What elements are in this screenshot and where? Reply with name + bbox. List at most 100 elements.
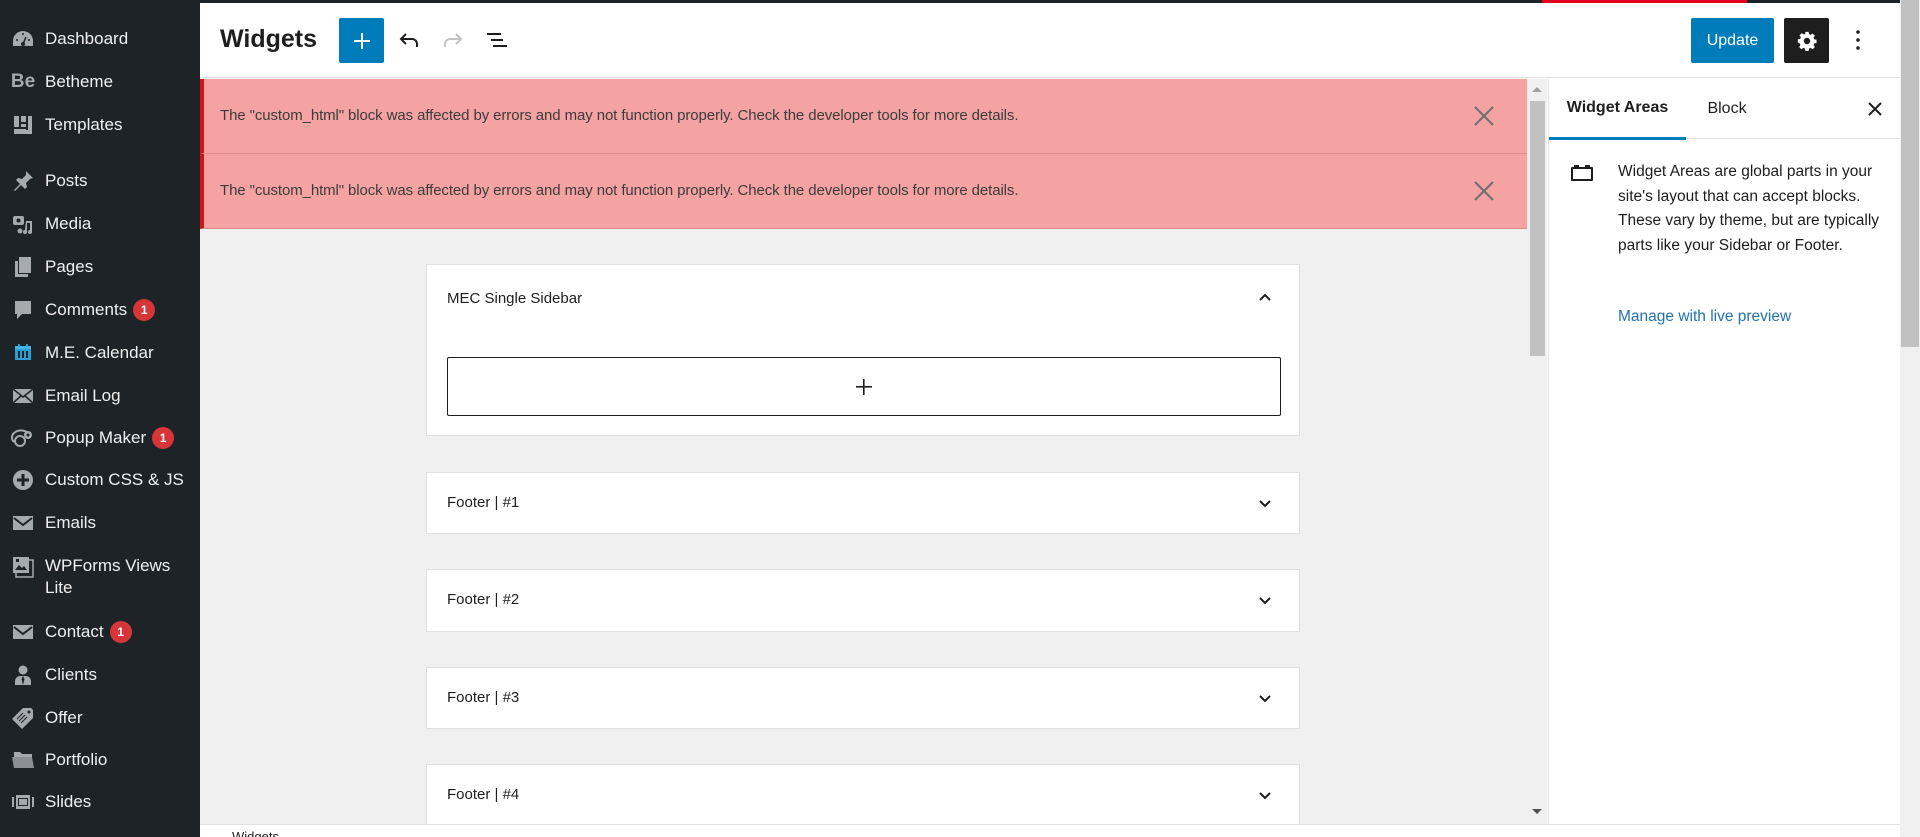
menu-label: Clients [45,665,97,684]
menu-label: Posts [45,171,88,190]
pages-icon [10,256,36,278]
widget-area-title: Footer | #1 [447,494,520,511]
menu-label: Comments 1 [45,299,156,322]
tab-block[interactable]: Block [1686,79,1768,139]
gear-icon [1797,31,1817,51]
close-settings-button[interactable] [1859,93,1891,125]
menu-label: Emails [45,513,97,532]
expand-widget-area-button[interactable] [1253,492,1277,516]
wpforms-views-icon [10,556,36,578]
chevron-down-icon [1259,500,1271,508]
menu-item-email-log[interactable]: Email Log [0,376,200,416]
person-icon [10,664,36,686]
page-scrollbar-thumb[interactable] [1901,0,1919,347]
widget-area-mec-single-sidebar: MEC Single Sidebar [426,264,1300,436]
scrollbar-thumb[interactable] [1530,101,1545,356]
settings-button[interactable] [1784,18,1829,63]
widget-area-title: MEC Single Sidebar [447,290,583,307]
price-tag-icon [10,707,36,729]
menu-item-dashboard[interactable]: Dashboard [0,19,200,59]
expand-widget-area-button[interactable] [1253,589,1277,613]
dashboard-gauge-icon [10,28,36,50]
list-view-button[interactable] [478,21,516,59]
scroll-down-arrow-icon[interactable] [1532,809,1542,814]
betheme-be-icon: Be [10,71,36,92]
envelope-icon [10,621,36,643]
chevron-down-icon [1259,597,1271,605]
menu-item-popup-maker[interactable]: Popup Maker 1 [0,418,200,458]
expand-widget-area-button[interactable] [1253,784,1277,808]
menu-item-portfolio[interactable]: Portfolio [0,740,200,780]
menu-item-emails[interactable]: Emails [0,503,200,543]
editor-scrollbar[interactable] [1527,79,1547,824]
update-button[interactable]: Update [1691,18,1774,63]
tab-widget-areas[interactable]: Widget Areas [1549,79,1686,140]
menu-label: Popup Maker 1 [45,427,175,450]
admin-sidebar: Dashboard Be Betheme Templates Posts Med… [0,0,200,837]
widget-area-title: Footer | #4 [447,786,520,803]
manage-live-preview-link[interactable]: Manage with live preview [1618,308,1791,326]
pushpin-icon [10,170,36,192]
settings-tabs: Widget Areas Block [1549,79,1901,140]
plus-icon [353,32,370,49]
undo-button[interactable] [390,21,428,59]
widgets-editor-canvas: The "custom_html" block was affected by … [200,79,1527,824]
widget-area-footer-3[interactable]: Footer | #3 [426,667,1300,729]
dismiss-notice-button[interactable] [1471,178,1497,204]
menu-item-media[interactable]: Media [0,204,200,244]
close-icon [1868,102,1882,116]
widget-area-footer-2[interactable]: Footer | #2 [426,569,1300,632]
scroll-up-arrow-icon[interactable] [1532,87,1542,92]
widget-area-title: Footer | #3 [447,689,520,706]
dismiss-notice-button[interactable] [1471,103,1497,129]
breadcrumb[interactable]: Widgets [232,829,279,837]
widget-areas-block-icon [1570,164,1596,186]
folder-open-icon [10,749,36,771]
expand-widget-area-button[interactable] [1253,687,1277,711]
block-inserter-button[interactable] [339,18,384,63]
menu-label: WPForms Views Lite [45,556,171,597]
page-scrollbar[interactable] [1900,0,1920,837]
add-block-button[interactable] [447,357,1281,416]
collapse-widget-area-button[interactable] [1253,285,1277,309]
templates-layout-icon [10,114,36,136]
chevron-up-icon [1259,293,1271,301]
menu-label: Email Log [45,386,121,405]
menu-item-clients[interactable]: Clients [0,655,200,695]
notification-badge: 1 [152,427,175,450]
comment-bubble-icon [10,299,36,321]
notification-badge: 1 [133,299,156,322]
slides-icon [10,791,36,813]
list-view-icon [487,33,507,47]
menu-item-me-calendar[interactable]: M.E. Calendar [0,333,200,373]
widget-area-footer-1[interactable]: Footer | #1 [426,472,1300,534]
menu-label-text: Popup Maker [45,427,147,447]
menu-item-custom-css-js[interactable]: Custom CSS & JS [0,460,200,500]
menu-item-posts[interactable]: Posts [0,161,200,201]
menu-item-offer[interactable]: Offer [0,698,200,738]
menu-label: Pages [45,257,94,276]
widget-area-footer-4[interactable]: Footer | #4 [426,764,1300,824]
menu-item-slides[interactable]: Slides [0,782,200,822]
envelope-icon [10,512,36,534]
editor-header: Widgets Update [200,3,1900,78]
menu-item-wpforms-views-lite[interactable]: WPForms Views Lite [0,552,200,602]
menu-label: M.E. Calendar [45,343,154,362]
menu-label: Media [45,214,92,233]
calendar-icon [10,342,36,364]
menu-item-betheme[interactable]: Be Betheme [0,62,200,102]
menu-label: Contact 1 [45,621,132,644]
chevron-down-icon [1259,695,1271,703]
widget-areas-description: Widget Areas are global parts in your si… [1618,163,1880,254]
menu-label: Custom CSS & JS [45,470,184,489]
menu-item-contact[interactable]: Contact 1 [0,612,200,652]
close-icon [1474,106,1494,126]
notification-badge: 1 [109,621,132,644]
block-breadcrumb-bar: Widgets [200,824,1900,837]
notice-text: The "custom_html" block was affected by … [220,182,1019,199]
menu-item-templates[interactable]: Templates [0,105,200,145]
menu-item-pages[interactable]: Pages [0,247,200,287]
options-menu-button[interactable] [1840,21,1876,59]
redo-button[interactable] [434,21,472,59]
menu-item-comments[interactable]: Comments 1 [0,290,200,330]
